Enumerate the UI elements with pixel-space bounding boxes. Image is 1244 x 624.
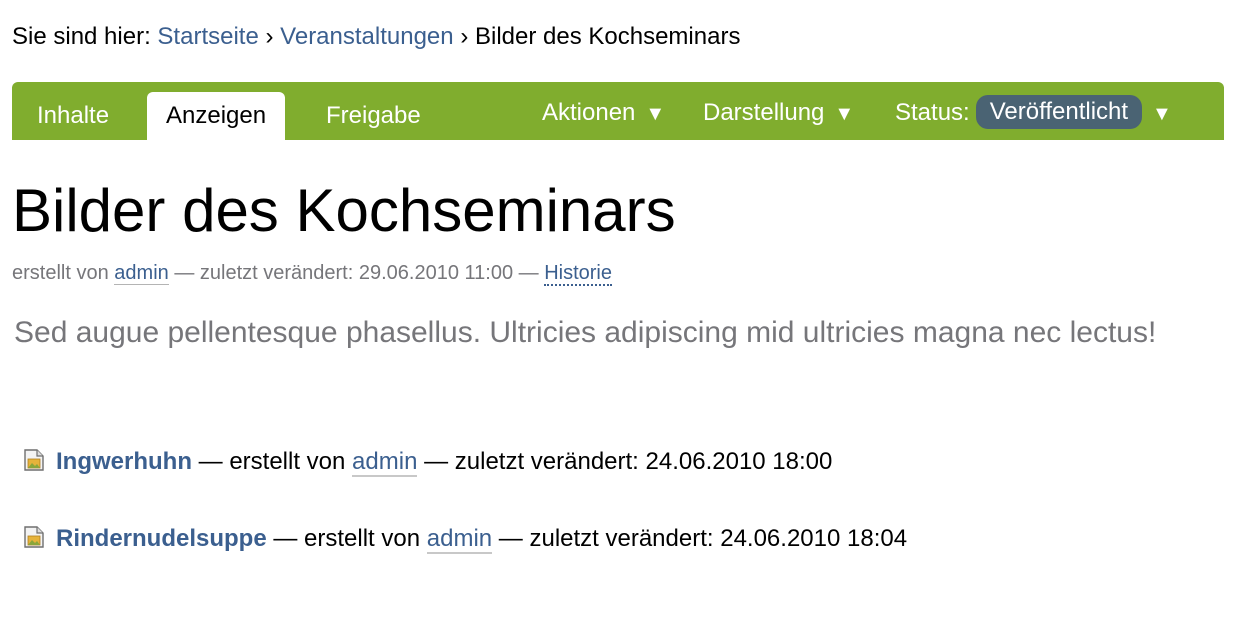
tab-contents[interactable]: Inhalte — [37, 92, 109, 140]
chevron-down-icon: ▼ — [645, 103, 666, 125]
breadcrumb-separator: › — [265, 23, 274, 50]
document-byline: erstellt von admin — zuletzt verändert: … — [12, 259, 612, 287]
tab-sharing[interactable]: Freigabe — [326, 92, 421, 140]
item-created-label: — erstellt von — [273, 525, 421, 552]
edit-bar: Inhalte Anzeigen Freigabe Aktionen ▼ Dars… — [12, 82, 1224, 140]
item-created-label: — erstellt von — [198, 448, 346, 475]
actions-menu-label: Aktionen — [542, 99, 636, 126]
chevron-down-icon: ▼ — [834, 103, 855, 125]
tab-view[interactable]: Anzeigen — [147, 92, 286, 140]
display-menu-label: Darstellung — [703, 99, 825, 126]
breadcrumb: Sie sind hier: Startseite › Veranstaltun… — [12, 22, 740, 52]
chevron-down-icon: ▼ — [1152, 103, 1172, 125]
status-badge: Veröffentlicht — [975, 94, 1143, 129]
byline-created-label: erstellt von — [12, 262, 109, 284]
breadcrumb-home-link[interactable]: Startseite — [157, 23, 258, 50]
item-author-link[interactable]: admin — [426, 525, 493, 554]
list-item: Rindernudelsuppe — erstellt von admin — … — [24, 524, 907, 554]
item-author-link[interactable]: admin — [352, 448, 418, 477]
page-title: Bilder des Kochseminars — [12, 177, 676, 244]
item-title-link[interactable]: Rindernudelsuppe — [56, 525, 267, 552]
byline-modified-text: — zuletzt verändert: 29.06.2010 11:00 — — [174, 262, 539, 284]
item-modified-text: — zuletzt verändert: 24.06.2010 18:00 — [424, 448, 833, 475]
page-description: Sed augue pellentesque phasellus. Ultric… — [14, 316, 1157, 349]
list-item: Ingwerhuhn — erstellt von admin — zuletz… — [24, 447, 832, 477]
status-menu-label: Status: — [895, 99, 970, 126]
document-icon — [24, 449, 44, 471]
document-icon — [24, 526, 44, 548]
display-menu[interactable]: Darstellung ▼ — [703, 92, 854, 134]
breadcrumb-current: Bilder des Kochseminars — [474, 23, 741, 50]
breadcrumb-separator: › — [460, 23, 469, 50]
status-menu[interactable]: Status: Veröffentlicht ▼ — [895, 92, 1172, 134]
byline-author-link[interactable]: admin — [114, 262, 169, 285]
history-link[interactable]: Historie — [544, 262, 612, 286]
actions-menu[interactable]: Aktionen ▼ — [542, 92, 665, 134]
item-title-link[interactable]: Ingwerhuhn — [56, 448, 192, 475]
item-modified-text: — zuletzt verändert: 24.06.2010 18:04 — [498, 525, 908, 552]
breadcrumb-prefix: Sie sind hier: — [12, 23, 151, 50]
breadcrumb-events-link[interactable]: Veranstaltungen — [280, 23, 453, 50]
